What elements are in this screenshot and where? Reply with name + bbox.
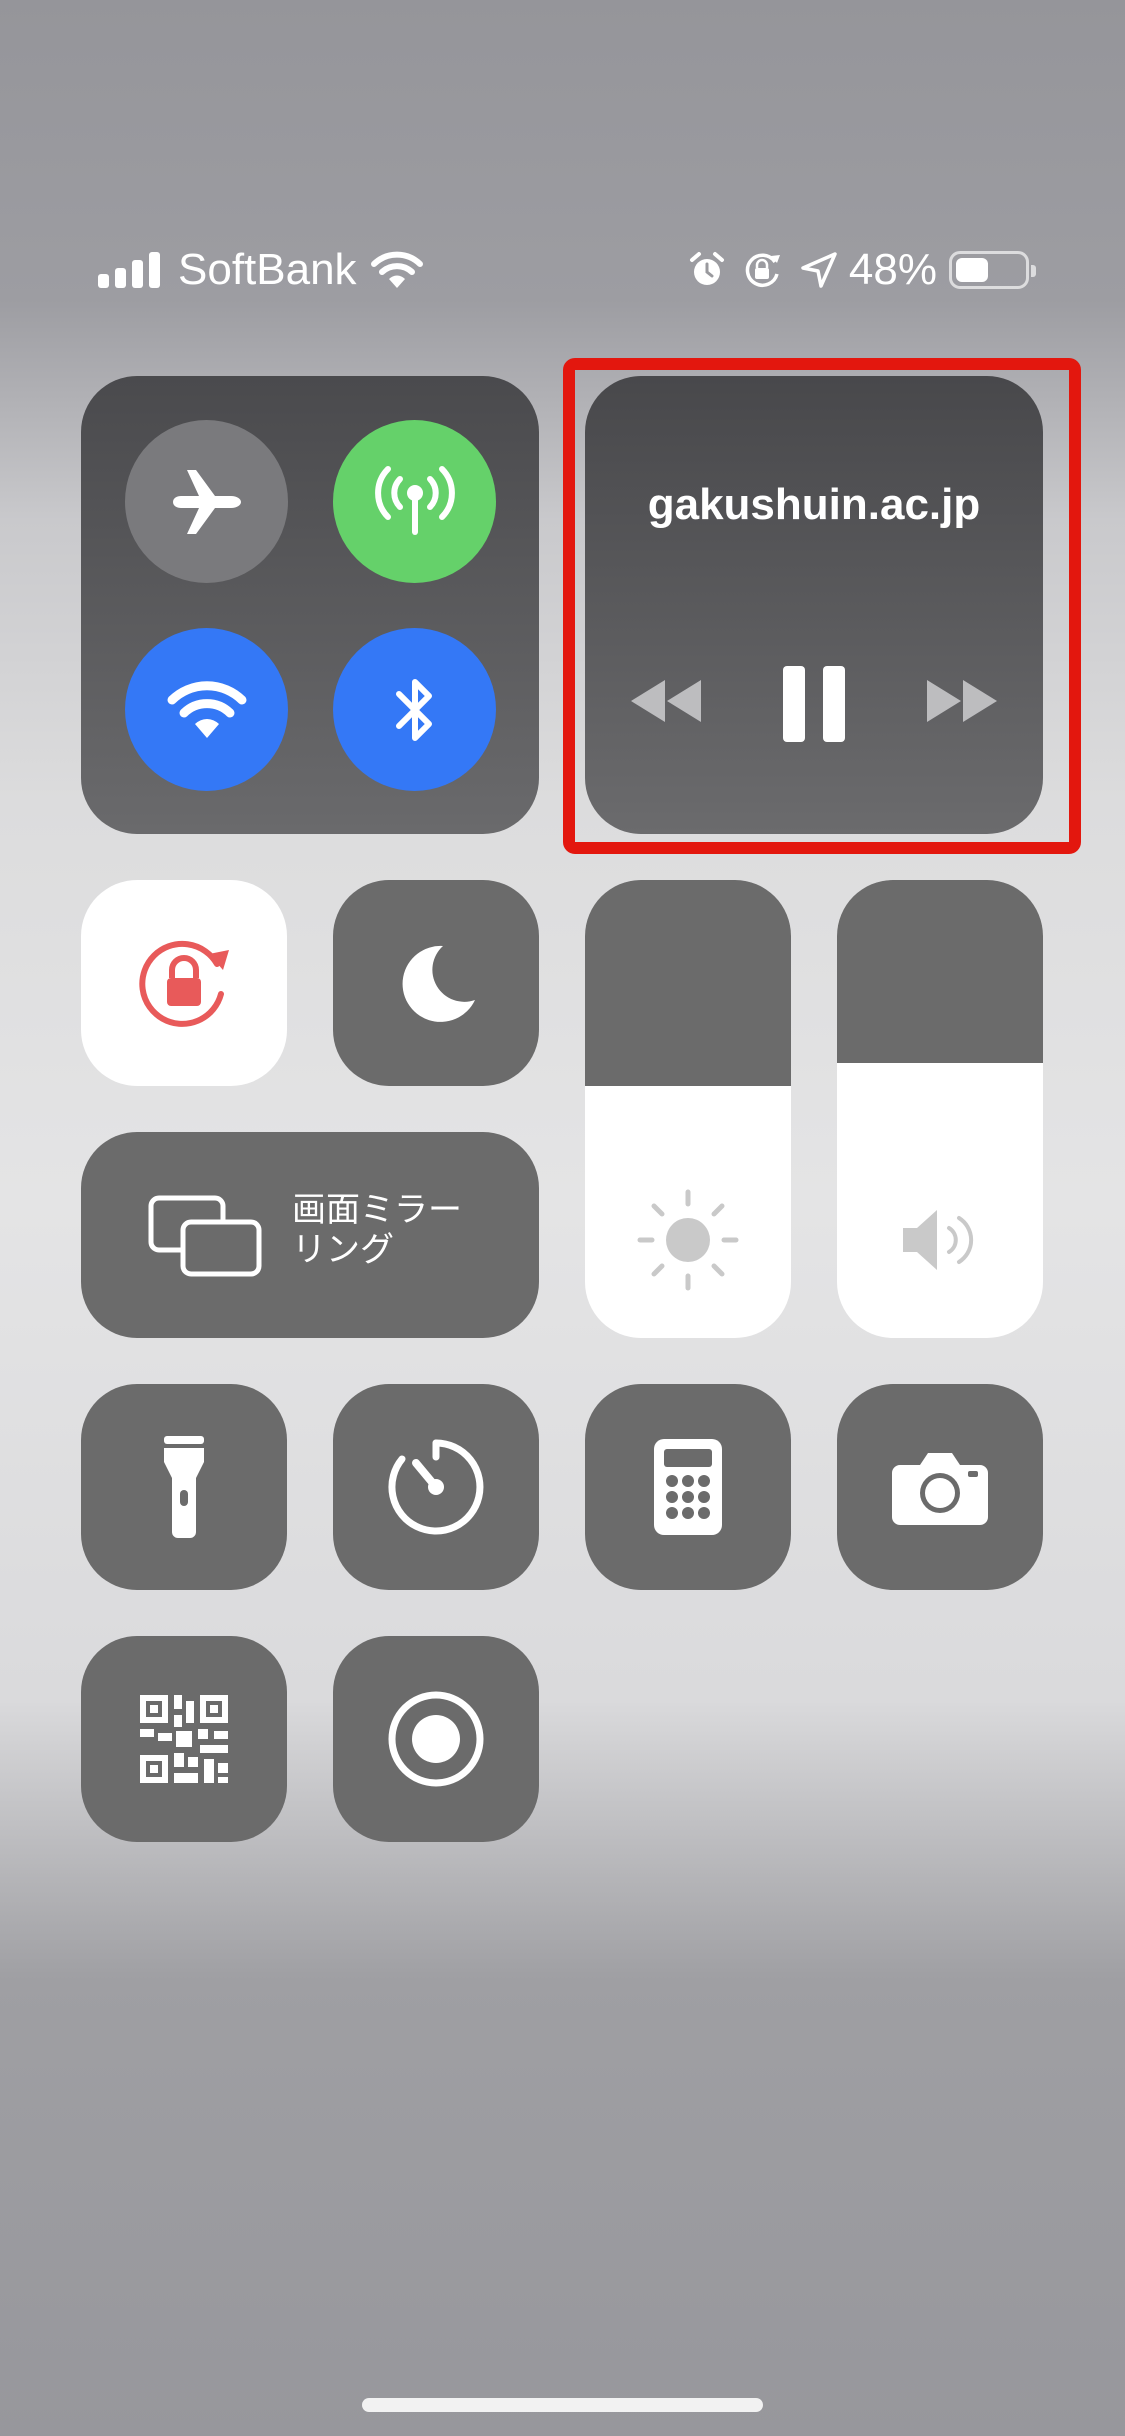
battery-nub xyxy=(1031,265,1036,277)
connectivity-panel xyxy=(81,376,539,834)
timer-icon xyxy=(388,1439,484,1535)
wifi-icon xyxy=(167,680,246,738)
wifi-icon xyxy=(370,251,423,288)
camera-icon xyxy=(892,1453,988,1525)
bluetooth-button[interactable] xyxy=(333,628,496,791)
qr-code-icon xyxy=(140,1695,228,1783)
wifi-button[interactable] xyxy=(125,628,288,791)
brightness-icon xyxy=(637,1189,739,1291)
status-bar: SoftBank 48% xyxy=(0,240,1125,300)
screen-mirroring-label: 画面ミラー リング xyxy=(292,1190,462,1270)
status-left: SoftBank xyxy=(98,240,423,300)
screen-mirroring-label-line1: 画面ミラー xyxy=(292,1191,462,1229)
moon-icon xyxy=(402,945,475,1022)
bluetooth-icon xyxy=(395,678,432,741)
speaker-icon xyxy=(903,1210,974,1270)
record-icon xyxy=(388,1691,484,1787)
screen-mirroring-icon xyxy=(148,1195,262,1277)
signal-icon xyxy=(98,252,160,288)
status-right: 48% xyxy=(687,240,1036,300)
orientation-lock-icon xyxy=(139,940,229,1027)
battery-percent: 48% xyxy=(848,245,937,294)
timer-button[interactable] xyxy=(333,1384,539,1590)
screen-mirroring-label-line2: リング xyxy=(292,1231,394,1269)
volume-slider[interactable] xyxy=(837,880,1043,1338)
cellular-antenna-icon xyxy=(374,465,455,535)
brightness-slider-track xyxy=(585,880,791,1087)
highlight-box xyxy=(563,358,1081,854)
flashlight-button[interactable] xyxy=(81,1384,287,1590)
location-icon xyxy=(801,252,837,288)
cellular-button[interactable] xyxy=(333,420,496,583)
camera-button[interactable] xyxy=(837,1384,1043,1590)
calculator-icon xyxy=(654,1439,722,1535)
do-not-disturb-button[interactable] xyxy=(333,880,539,1086)
airplane-mode-button[interactable] xyxy=(125,420,288,583)
home-indicator[interactable] xyxy=(362,2398,763,2412)
orientation-lock-icon xyxy=(745,253,780,287)
battery-icon xyxy=(949,251,1036,289)
volume-slider-track xyxy=(837,880,1043,1064)
carrier-name: SoftBank xyxy=(178,245,357,294)
calculator-button[interactable] xyxy=(585,1384,791,1590)
airplane-icon xyxy=(172,469,241,534)
screen-recording-button[interactable] xyxy=(333,1636,539,1842)
qr-scanner-button[interactable] xyxy=(81,1636,287,1842)
orientation-lock-button[interactable] xyxy=(81,880,287,1086)
flashlight-icon xyxy=(164,1436,204,1538)
brightness-slider[interactable] xyxy=(585,880,791,1338)
battery-fill xyxy=(956,258,988,282)
alarm-icon xyxy=(689,252,724,285)
